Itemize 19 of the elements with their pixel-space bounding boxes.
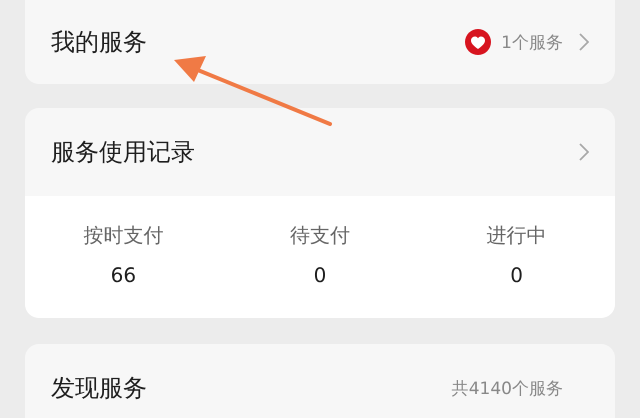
discover-card[interactable]: 发现服务 共4140个服务: [25, 344, 615, 418]
stat-value: 0: [314, 262, 326, 286]
card-title: 服务使用记录: [51, 137, 195, 168]
stat-value: 0: [510, 262, 524, 286]
chevron-right-icon: [579, 33, 589, 51]
stat-label: 按时支付: [83, 222, 164, 248]
heart-logo-icon: [465, 29, 492, 55]
chevron-right-icon: [579, 143, 589, 161]
service-count: 共4140个服务: [452, 378, 563, 400]
stat-item[interactable]: 进行中 0: [418, 222, 615, 286]
stat-label: 进行中: [486, 222, 547, 248]
service-count: 1个服务: [501, 32, 563, 54]
stat-item[interactable]: 按时支付 66: [25, 222, 222, 286]
stat-label: 待支付: [290, 222, 350, 248]
card-title: 发现服务: [51, 373, 147, 404]
card-title: 我的服务: [51, 27, 147, 58]
stat-item[interactable]: 待支付 0: [222, 222, 418, 286]
service-card[interactable]: 我的服务 1个服务: [25, 0, 615, 84]
stat-value: 66: [110, 262, 136, 286]
